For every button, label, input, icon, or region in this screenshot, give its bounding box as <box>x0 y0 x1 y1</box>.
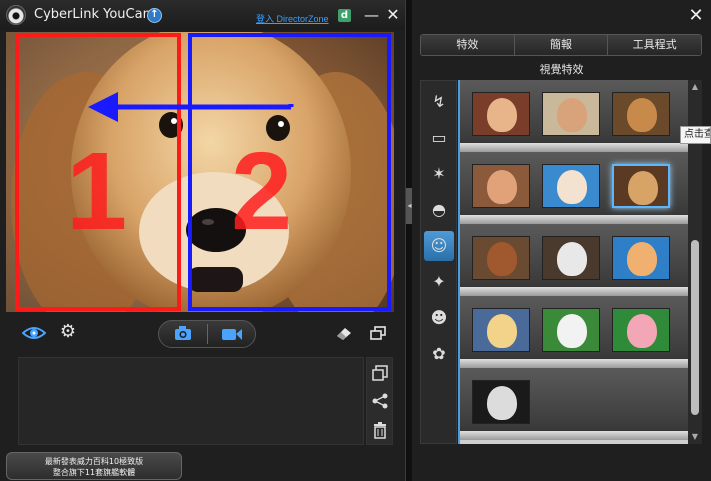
shelf-row <box>460 296 688 368</box>
title-bar: CyberLink YouCam ↑ 登入 DirectorZone d — ✕ <box>0 0 405 30</box>
frame-icon[interactable]: ▭ <box>424 123 454 153</box>
magic-wand-icon[interactable]: ✶ <box>424 159 454 189</box>
statue-avatar[interactable] <box>542 236 600 280</box>
shelf-row <box>460 152 688 224</box>
camera-button[interactable] <box>159 321 207 347</box>
tab-tools[interactable]: 工具程式 <box>608 35 701 55</box>
blonde-avatar[interactable] <box>472 308 530 352</box>
eye-icon[interactable] <box>22 325 46 341</box>
share-icon[interactable] <box>371 392 389 410</box>
dog-avatar[interactable] <box>612 164 670 208</box>
gallery-actions <box>366 357 393 445</box>
close-button[interactable]: ✕ <box>386 7 400 23</box>
star-flower-icon[interactable]: ✿ <box>424 339 454 369</box>
youcam-logo-icon <box>6 5 26 25</box>
smiley-icon[interactable]: ☻ <box>424 303 454 333</box>
minimize-button[interactable]: — <box>364 7 379 23</box>
scroll-thumb[interactable] <box>691 240 699 415</box>
tab-presentation[interactable]: 簡報 <box>514 35 609 55</box>
panel-close-button[interactable]: ✕ <box>688 7 704 25</box>
sheep-avatar[interactable] <box>542 308 600 352</box>
shelf-row <box>460 368 688 440</box>
clown-avatar[interactable] <box>542 164 600 208</box>
window-icon[interactable] <box>369 325 387 341</box>
scroll-up-icon[interactable]: ▲ <box>688 82 702 92</box>
boy-avatar[interactable] <box>542 92 600 136</box>
promo-line-1: 最新發表威力百科10極致版 <box>44 457 144 466</box>
promo-button[interactable]: 最新發表威力百科10極致版 整合旗下11套旗艦軟體 <box>6 452 182 480</box>
camera-preview: 1 2 <box>6 32 394 312</box>
capture-mode-switch <box>158 320 256 348</box>
capture-toolbar: ⚙ <box>0 318 405 350</box>
import-icon[interactable] <box>371 364 389 382</box>
figure-icon[interactable]: ✦ <box>424 267 454 297</box>
left-arrow-annotation <box>88 92 294 122</box>
section-title: 視覺特效 <box>539 63 584 76</box>
main-panel: CyberLink YouCam ↑ 登入 DirectorZone d — ✕ <box>0 0 405 481</box>
region-2-label: 2 <box>231 130 293 253</box>
effect-categories: ↯ ▭ ✶ ◓ ☺ ✦ ☻ ✿ <box>420 80 457 444</box>
update-arrow-icon[interactable]: ↑ <box>147 8 162 23</box>
shelf-row <box>460 80 688 152</box>
camera-icon <box>175 326 191 340</box>
eraser-icon[interactable] <box>334 325 354 341</box>
directorzone-icon[interactable]: d <box>338 9 351 22</box>
region-1-label: 1 <box>66 130 128 253</box>
shelf-row <box>460 224 688 296</box>
poodle-avatar[interactable] <box>472 236 530 280</box>
video-button[interactable] <box>208 321 256 347</box>
bust-avatar[interactable] <box>472 380 530 424</box>
effects-shelf <box>458 80 688 444</box>
video-icon <box>222 329 242 340</box>
panel-splitter[interactable]: ◂ <box>405 0 413 481</box>
effects-tabs: 特效 簡報 工具程式 <box>420 34 702 56</box>
scroll-down-icon[interactable]: ▼ <box>688 432 702 442</box>
capture-gallery[interactable] <box>18 357 364 445</box>
gear-icon[interactable]: ⚙ <box>59 323 77 341</box>
trash-icon[interactable] <box>371 421 389 439</box>
bear-avatar[interactable] <box>612 92 670 136</box>
bald-man-avatar[interactable] <box>472 164 530 208</box>
lion-avatar[interactable] <box>612 236 670 280</box>
youcam-window: CyberLink YouCam ↑ 登入 DirectorZone d — ✕ <box>0 0 711 481</box>
directorzone-login-link[interactable]: 登入 DirectorZone <box>256 12 329 25</box>
app-title: CyberLink YouCam <box>34 7 156 22</box>
effects-panel: ✕ 特效 簡報 工具程式 視覺特效 ↯ ▭ ✶ ◓ ☺ ✦ ☻ ✿ ▲ ▼ 点击 <box>412 0 711 481</box>
avatar-icon[interactable]: ☺ <box>424 231 454 261</box>
lightning-icon[interactable]: ↯ <box>424 87 454 117</box>
mask-icon[interactable]: ◓ <box>424 195 454 225</box>
girl-avatar[interactable] <box>472 92 530 136</box>
tooltip: 点击查看 <box>680 126 711 144</box>
promo-line-2: 整合旗下11套旗艦軟體 <box>52 468 136 477</box>
tab-effects[interactable]: 特效 <box>421 35 515 55</box>
pig-avatar[interactable] <box>612 308 670 352</box>
